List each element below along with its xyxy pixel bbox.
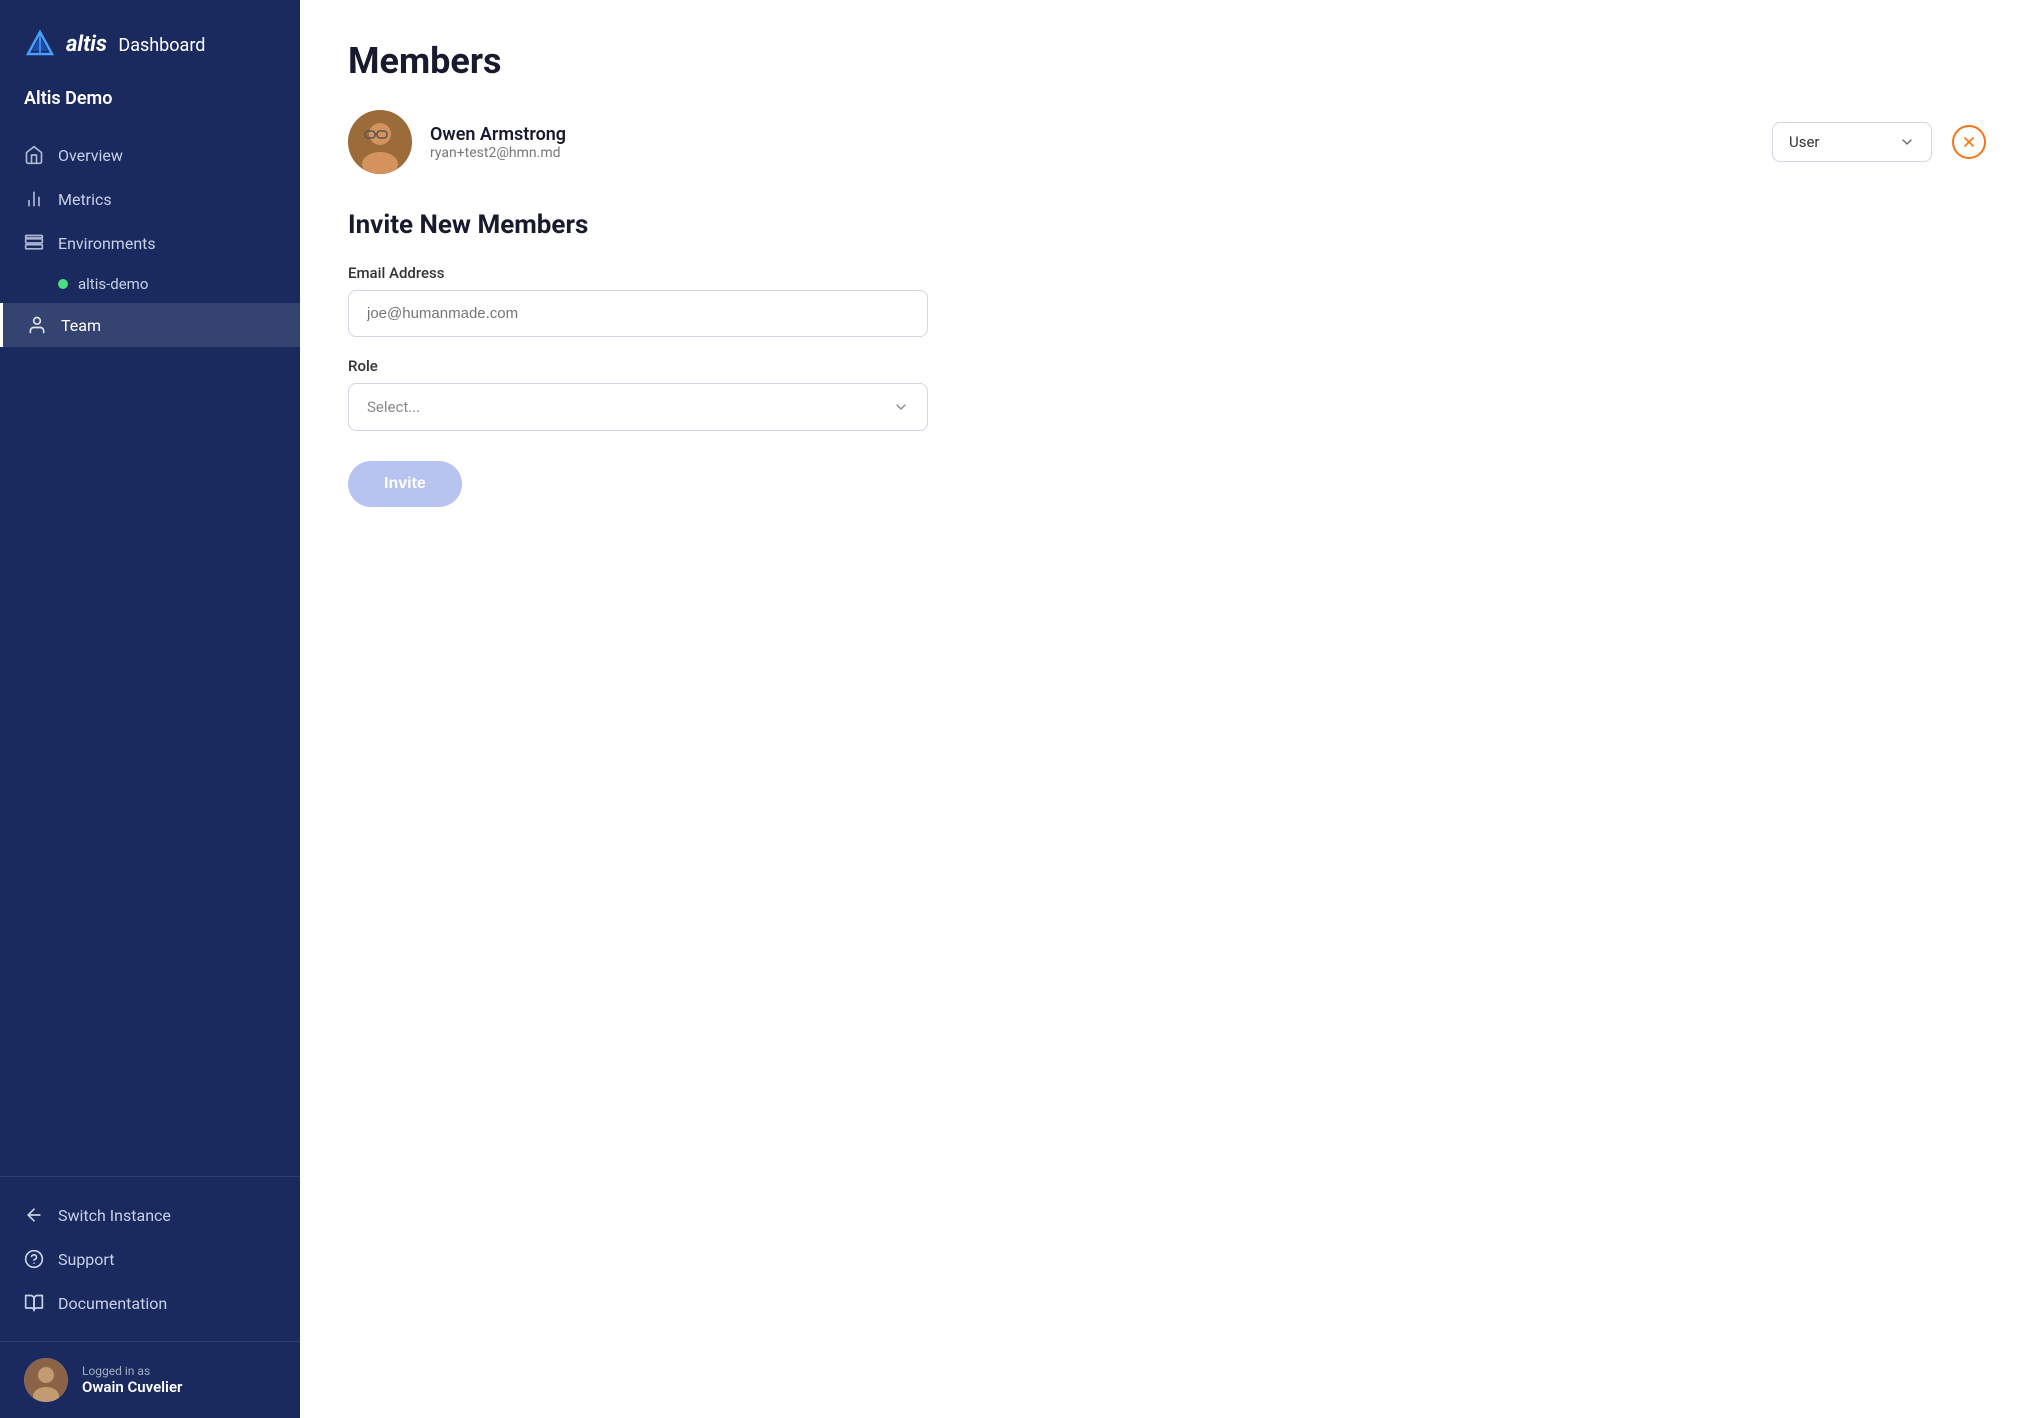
instance-name: Altis Demo [0, 80, 300, 125]
role-form-group: Role Select... [348, 357, 1986, 431]
user-info: Logged in as Owain Cuvelier [82, 1364, 182, 1396]
user-name: Owain Cuvelier [82, 1378, 182, 1396]
sidebar-item-environments-label: Environments [58, 234, 156, 253]
role-select-dropdown[interactable]: Select... [348, 383, 928, 431]
invite-section-title: Invite New Members [348, 210, 1986, 240]
sidebar-item-metrics[interactable]: Metrics [0, 177, 300, 221]
sidebar-item-environments[interactable]: Environments [0, 221, 300, 265]
member-info: Owen Armstrong ryan+test2@hmn.md [430, 124, 1754, 161]
switch-instance-label: Switch Instance [58, 1206, 171, 1225]
sidebar-item-metrics-label: Metrics [58, 190, 112, 209]
bar-chart-icon [24, 189, 44, 209]
altis-logo-icon [24, 28, 56, 60]
user-avatar [24, 1358, 68, 1402]
logged-in-label: Logged in as [82, 1364, 182, 1378]
switch-instance-button[interactable]: Switch Instance [0, 1193, 300, 1237]
sidebar-item-team[interactable]: Team [0, 303, 300, 347]
nav-section: Overview Metrics Environments [0, 125, 300, 1176]
page-title: Members [348, 40, 1986, 82]
sidebar-bottom: Switch Instance Support Documentation [0, 1176, 300, 1341]
support-label: Support [58, 1250, 114, 1269]
email-label: Email Address [348, 264, 1986, 282]
member-name: Owen Armstrong [430, 124, 1754, 145]
member-role-value: User [1789, 133, 1889, 151]
member-remove-button[interactable] [1952, 125, 1986, 159]
role-select-placeholder: Select... [367, 398, 420, 416]
member-avatar [348, 110, 412, 174]
close-icon [1961, 134, 1977, 150]
user-icon [27, 315, 47, 335]
documentation-button[interactable]: Documentation [0, 1281, 300, 1325]
member-avatar-image [348, 110, 412, 174]
home-icon [24, 145, 44, 165]
env-sub-label: altis-demo [78, 275, 148, 293]
user-footer: Logged in as Owain Cuvelier [0, 1341, 300, 1418]
avatar-image [24, 1358, 68, 1402]
chevron-down-icon [1899, 134, 1915, 150]
layers-icon [24, 233, 44, 253]
role-label: Role [348, 357, 1986, 375]
role-chevron-down-icon [893, 399, 909, 415]
email-input[interactable] [348, 290, 928, 337]
support-button[interactable]: Support [0, 1237, 300, 1281]
sidebar-item-overview-label: Overview [58, 146, 123, 165]
help-circle-icon [24, 1249, 44, 1269]
book-open-icon [24, 1293, 44, 1313]
sidebar-item-team-label: Team [61, 316, 101, 335]
member-email: ryan+test2@hmn.md [430, 145, 1754, 161]
env-active-dot [58, 279, 68, 289]
member-role-dropdown[interactable]: User [1772, 122, 1932, 162]
member-card: Owen Armstrong ryan+test2@hmn.md User [348, 110, 1986, 174]
sidebar-item-overview[interactable]: Overview [0, 133, 300, 177]
app-logo-text: altis Dashboard [66, 32, 205, 57]
documentation-label: Documentation [58, 1294, 167, 1313]
invite-button[interactable]: Invite [348, 461, 462, 507]
sidebar-header: altis Dashboard [0, 0, 300, 80]
sidebar-item-altis-demo[interactable]: altis-demo [0, 265, 300, 303]
main-content: Members Owen Armstrong ryan+test2@hmn.md… [300, 0, 2034, 1418]
sidebar: altis Dashboard Altis Demo Overview [0, 0, 300, 1418]
email-form-group: Email Address [348, 264, 1986, 337]
arrow-left-icon [24, 1205, 44, 1225]
